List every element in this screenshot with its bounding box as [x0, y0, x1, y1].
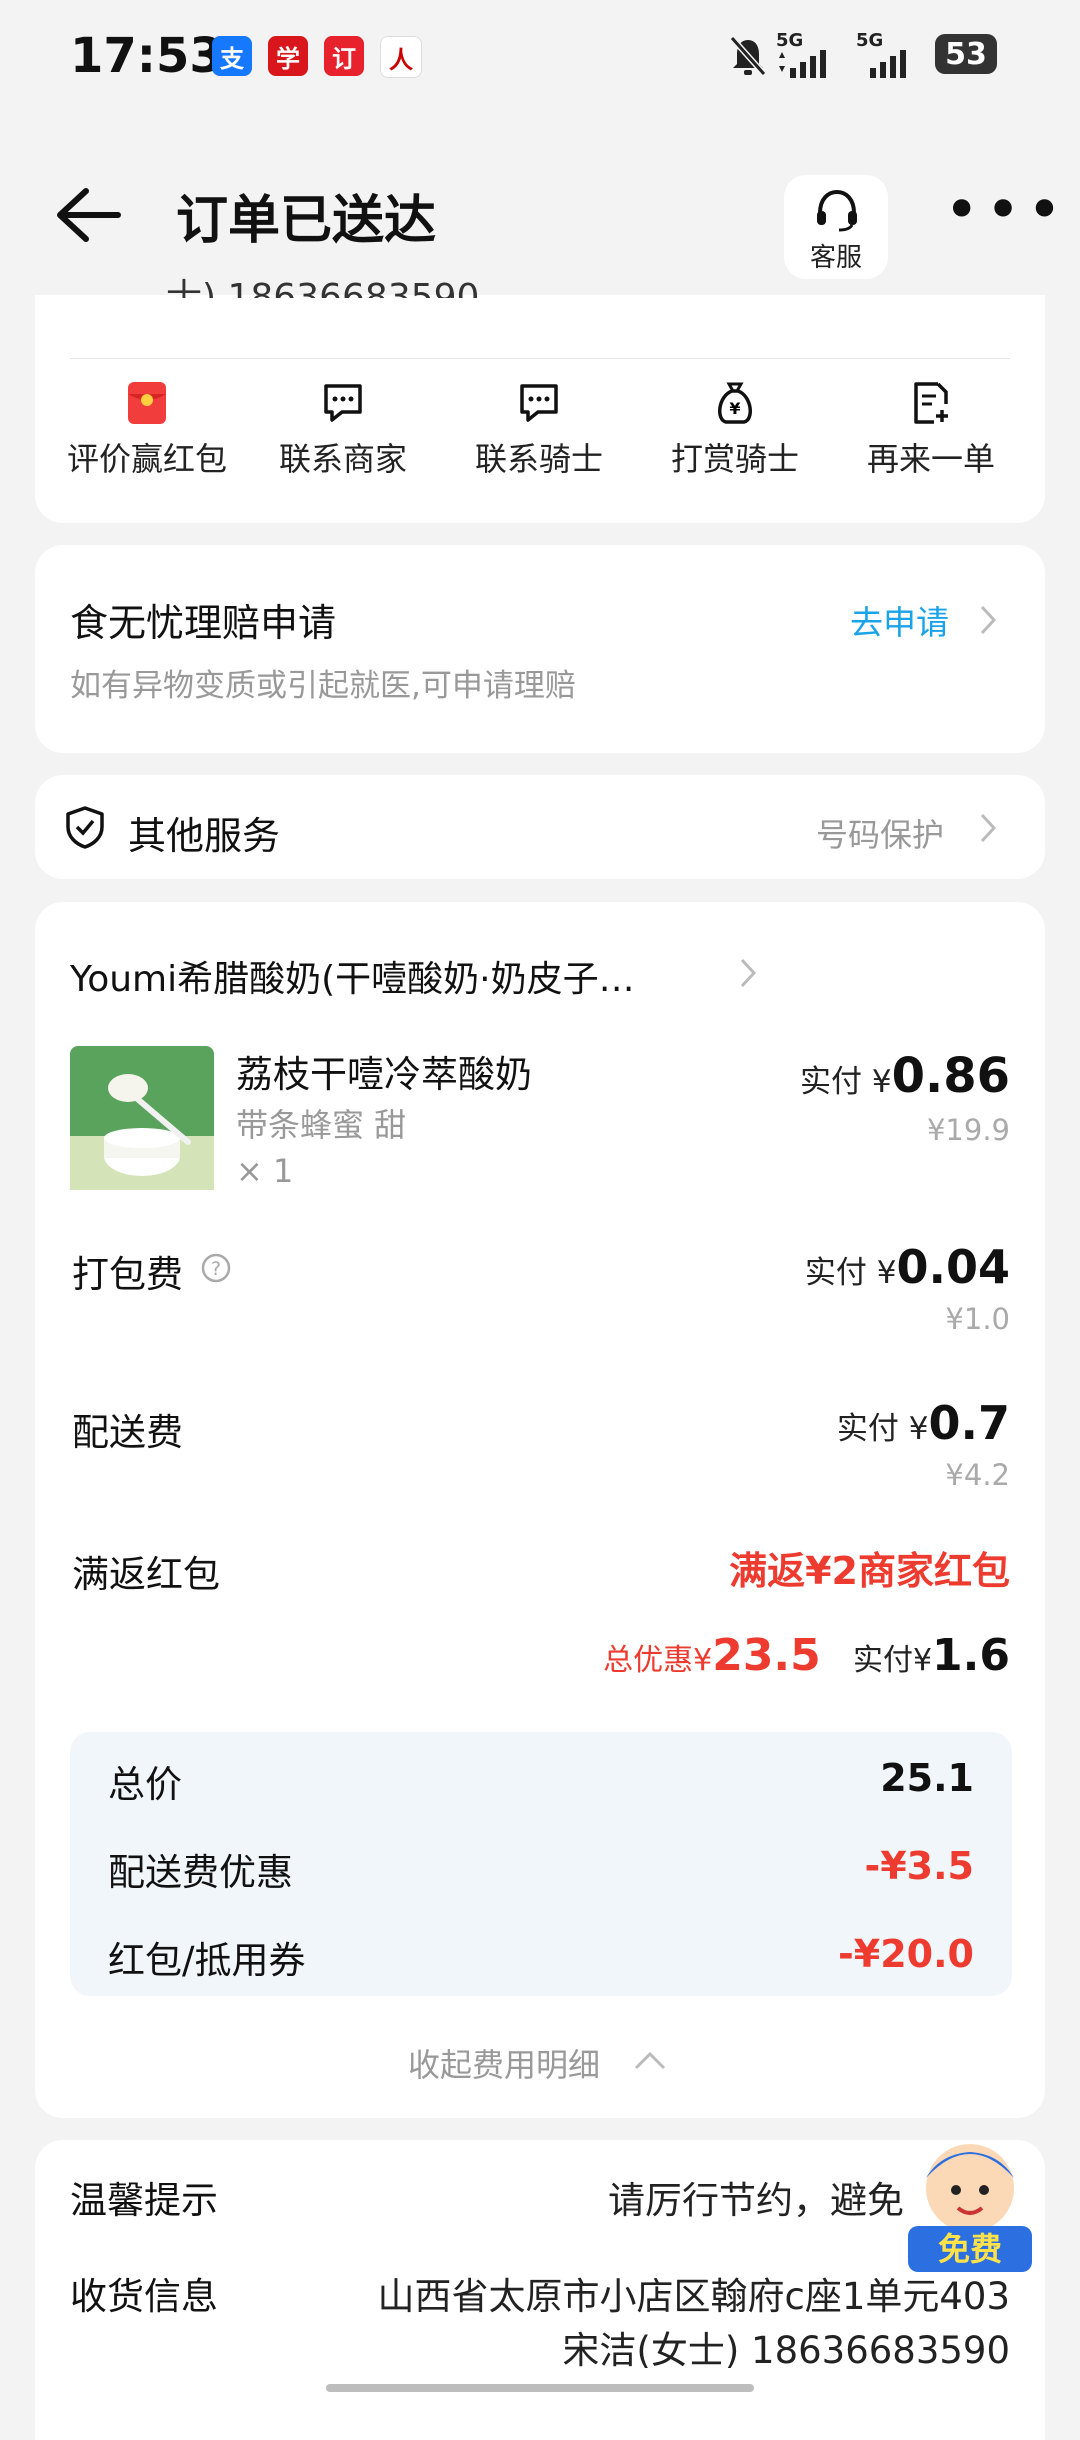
action-label: 联系骑士 — [474, 440, 603, 478]
tip-value: 请厉行节约，避免 — [608, 2179, 904, 2222]
claim-title: 食无忧理赔申请 — [70, 601, 337, 645]
action-label: 再来一单 — [866, 440, 995, 478]
breakdown-label: 红包/抵用券 — [108, 1939, 306, 1982]
chat-icon — [324, 384, 362, 422]
breakdown-value: -¥20.0 — [838, 1932, 974, 1976]
action-label: 打赏骑士 — [670, 440, 799, 478]
other-services-title: 其他服务 — [128, 814, 281, 858]
item-paid-amount: 0.86 — [891, 1048, 1010, 1104]
item-spec: 带条蜂蜜 甜 — [236, 1106, 407, 1144]
help-icon[interactable]: ? — [200, 1252, 232, 1284]
totals-row: 总优惠¥23.5 实付¥1.6 — [500, 1630, 1010, 1681]
packing-paid-row: 实付 ¥0.04 — [700, 1240, 1010, 1294]
reorder-icon — [914, 382, 948, 424]
tip-label: 温馨提示 — [70, 2179, 218, 2222]
customer-service-label: 客服 — [809, 243, 862, 273]
delivery-original-price: ¥4.2 — [945, 1458, 1010, 1492]
claim-subtitle: 如有异物变质或引起就医,可申请理赔 — [70, 668, 576, 704]
renmin-icon: 人 — [380, 36, 422, 78]
alipay-icon: 支 — [212, 36, 252, 76]
shield-check-icon — [66, 806, 104, 849]
chat-icon — [520, 384, 558, 422]
product-image — [70, 1046, 214, 1190]
breakdown-value: -¥3.5 — [864, 1844, 974, 1888]
page-title: 订单已送达 — [176, 191, 437, 251]
divider — [70, 358, 1010, 359]
action-review-reward[interactable]: 评价赢红包 — [52, 380, 242, 480]
home-indicator[interactable] — [326, 2384, 754, 2392]
item-quantity: × 1 — [236, 1152, 294, 1190]
paid-label: 实付 ¥ — [799, 1064, 892, 1100]
signal-icon — [779, 50, 826, 78]
action-label: 评价赢红包 — [66, 440, 227, 478]
item-paid-row: 实付 ¥0.86 — [700, 1048, 1010, 1104]
contact-value: 宋洁(女士) 18636683590 — [562, 2329, 1010, 2372]
paid-label: 实付 ¥ — [804, 1255, 897, 1291]
chevron-right-icon — [980, 813, 997, 843]
action-label: 联系商家 — [278, 440, 407, 478]
cashback-label: 满返红包 — [72, 1553, 220, 1596]
xuexi-icon: 学 — [268, 36, 308, 76]
svg-text:¥: ¥ — [729, 399, 740, 418]
packing-paid-amount: 0.04 — [896, 1240, 1011, 1294]
item-original-price: ¥19.9 — [926, 1113, 1010, 1147]
chevron-right-icon — [980, 605, 997, 635]
total-paid-amount: 1.6 — [932, 1630, 1010, 1681]
partial-contact-text: 士) 18636683590 — [166, 277, 480, 298]
customer-service-button[interactable]: 客服 — [784, 175, 888, 279]
red-packet-icon — [128, 382, 166, 424]
action-reorder[interactable]: 再来一单 — [836, 380, 1026, 480]
toutiao-icon: 订 — [324, 36, 364, 76]
action-contact-rider[interactable]: 联系骑士 — [444, 380, 634, 480]
battery-indicator: 53 — [935, 34, 997, 74]
claim-card[interactable] — [35, 545, 1045, 753]
discount-amount: 23.5 — [712, 1630, 821, 1681]
delivery-paid-amount: 0.7 — [928, 1396, 1011, 1450]
item-name: 荔枝干噎冷萃酸奶 — [236, 1053, 532, 1096]
money-bag-icon: ¥ — [718, 382, 752, 424]
paid-label: 实付 ¥ — [836, 1411, 929, 1447]
action-tip-rider[interactable]: ¥ 打赏骑士 — [640, 380, 830, 480]
breakdown-label: 总价 — [108, 1763, 182, 1806]
signal-icon — [870, 50, 906, 78]
status-bar: 17:53 支 学 订 人 5G 5G 53 — [0, 0, 1080, 110]
promo-floating-badge[interactable]: 免费 — [900, 2130, 1040, 2280]
delivery-fee-label: 配送费 — [72, 1411, 183, 1454]
promo-badge-label: 免费 — [908, 2226, 1032, 2272]
store-name[interactable]: Youmi希腊酸奶(干噎酸奶·奶皮子… — [70, 950, 670, 1002]
address-label: 收货信息 — [70, 2275, 218, 2318]
back-arrow-icon[interactable] — [52, 185, 122, 245]
action-contact-merchant[interactable]: 联系商家 — [248, 380, 438, 480]
svg-text:?: ? — [211, 1258, 221, 1280]
packing-fee-label: 打包费 — [72, 1253, 183, 1296]
chevron-up-icon[interactable] — [632, 2048, 668, 2072]
number-protection-label: 号码保护 — [816, 816, 945, 854]
apply-claim-link[interactable]: 去申请 — [850, 596, 949, 644]
delivery-paid-row: 实付 ¥0.7 — [700, 1396, 1010, 1450]
chevron-right-icon[interactable] — [738, 956, 758, 990]
cashback-value: 满返¥2商家红包 — [729, 1549, 1010, 1593]
more-options-icon[interactable]: ••• — [944, 180, 1068, 240]
status-time: 17:53 — [70, 28, 223, 84]
discount-label: 总优惠¥ — [603, 1643, 713, 1678]
headset-icon — [817, 189, 857, 232]
packing-original-price: ¥1.0 — [945, 1302, 1010, 1336]
mute-bell-icon — [729, 36, 767, 76]
total-paid-label: 实付¥ — [852, 1643, 933, 1678]
collapse-fee-details-button[interactable]: 收起费用明细 — [408, 2040, 600, 2086]
breakdown-label: 配送费优惠 — [108, 1851, 293, 1894]
breakdown-value: 25.1 — [880, 1756, 974, 1800]
